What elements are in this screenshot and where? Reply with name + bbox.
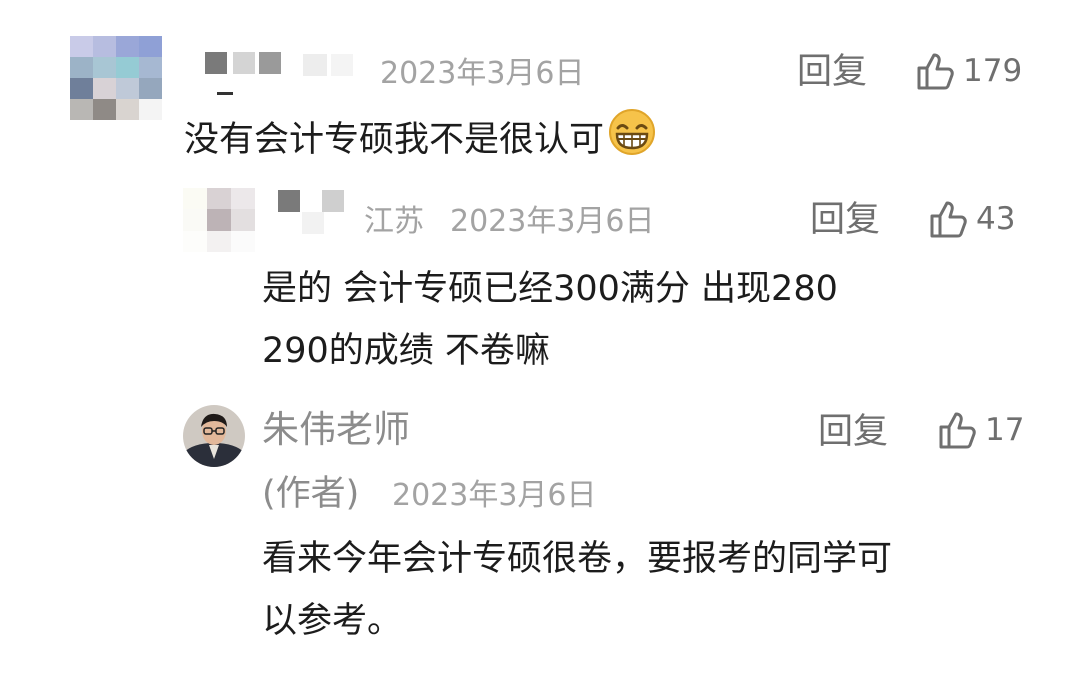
thumbs-up-icon (928, 198, 970, 240)
comment-text-line: 是的 会计专硕已经300满分 出现280 (262, 269, 838, 309)
comment-text-line: 290的成绩 不卷嘛 (262, 331, 550, 371)
author-tag: (作者) (262, 474, 360, 514)
comment-date: 2023年3月6日 (392, 478, 597, 513)
like-count: 179 (963, 53, 1023, 89)
reply-avatar-blurred[interactable] (183, 188, 255, 252)
comment-date: 2023年3月6日 (450, 204, 655, 239)
author-username[interactable]: 朱伟老师 (262, 408, 410, 452)
thumbs-up-icon (915, 50, 957, 92)
commenter-avatar-blurred[interactable] (70, 36, 162, 120)
thumbs-up-icon (937, 409, 979, 451)
reply-button[interactable]: 回复 (810, 200, 880, 240)
grinning-face-emoji-icon (608, 108, 656, 174)
comment-text-content: 没有会计专硕我不是很认可 (184, 120, 605, 160)
comment-date: 2023年3月6日 (380, 56, 585, 91)
comment-text: 没有会计专硕我不是很认可 (184, 108, 656, 174)
comment-text-line: 以参考。 (262, 601, 403, 641)
reply-button[interactable]: 回复 (797, 52, 867, 92)
username-blurred[interactable] (205, 50, 365, 98)
like-button[interactable]: 17 (937, 409, 1024, 451)
comment-text-line: 看来今年会计专硕很卷，要报考的同学可 (262, 539, 893, 579)
reply-button[interactable]: 回复 (818, 412, 888, 452)
author-avatar[interactable] (183, 405, 245, 467)
like-count: 17 (985, 412, 1025, 448)
reply-username-blurred[interactable] (272, 188, 362, 236)
comment-location: 江苏 (364, 204, 424, 239)
like-button[interactable]: 43 (928, 198, 1015, 240)
like-button[interactable]: 179 (915, 50, 1022, 92)
like-count: 43 (976, 201, 1016, 237)
